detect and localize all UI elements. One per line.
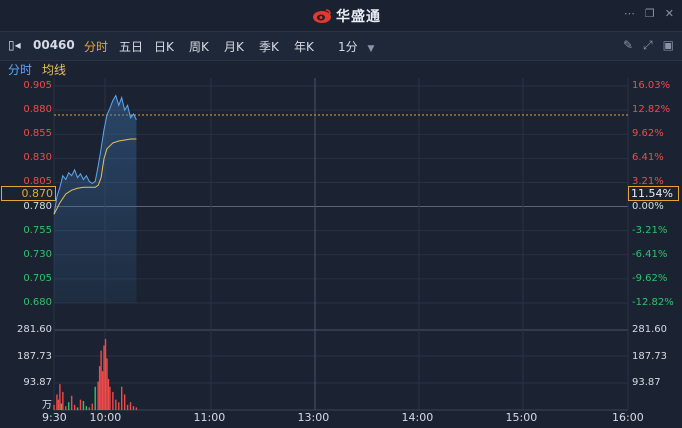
expand-icon[interactable]: ⤢: [643, 38, 653, 53]
volume-bar: [101, 371, 104, 410]
tab-timeshare[interactable]: 分时: [84, 38, 108, 55]
weibo-eye-logo: [313, 9, 331, 23]
volume-bar: [65, 406, 67, 410]
price-axis-label: 0.830: [23, 152, 52, 164]
pct-axis-label: -3.21%: [632, 224, 668, 236]
pct-axis-label: 12.82%: [632, 104, 671, 116]
legend-timeshare: 分时: [8, 63, 33, 77]
tab-yearly-k[interactable]: 年K: [294, 38, 314, 55]
volume-bar: [123, 394, 126, 410]
chart-toolbar: ▯◂ 00460 分时 五日 日K 周K 月K 季K 年K 1分 ▼ ✎ ⤢ ▣: [0, 31, 682, 61]
tab-daily-k[interactable]: 日K: [154, 38, 174, 55]
volume-bar: [97, 381, 99, 410]
volume-bar: [60, 403, 63, 410]
pct-axis-label: -9.62%: [632, 272, 668, 284]
current-price-tag: 0.870: [1, 186, 56, 201]
time-axis-label: 13:00: [297, 411, 330, 424]
app-name: 华盛通: [336, 9, 381, 25]
volume-bar: [135, 407, 138, 410]
pct-axis-label: 0.00%: [632, 200, 664, 212]
volume-bar: [56, 394, 58, 410]
tab-quarterly-k[interactable]: 季K: [259, 38, 279, 55]
volume-bar: [73, 404, 76, 410]
pct-axis-label: -6.41%: [632, 248, 668, 260]
volume-bar: [129, 402, 132, 410]
volume-bar: [94, 386, 96, 410]
stock-code: 00460: [33, 38, 75, 52]
volume-bar: [88, 407, 91, 410]
title-bar: 华盛通 ⋯ ❐ ✕: [0, 0, 682, 30]
interval-value: 1分: [338, 40, 358, 54]
time-axis-label: 16:00: [612, 411, 644, 424]
volume-bar: [57, 399, 60, 410]
price-axis-label: 0.780: [23, 200, 52, 212]
volume-bar: [115, 399, 117, 410]
volume-axis-label-right: 187.73: [632, 351, 667, 362]
volume-bar: [121, 386, 123, 410]
price-axis-label: 0.880: [23, 104, 52, 116]
price-axis-label: 0.730: [23, 248, 52, 260]
chevron-down-icon: ▼: [367, 44, 375, 54]
volume-bar: [59, 384, 61, 410]
tab-monthly-k[interactable]: 月K: [224, 38, 244, 55]
pct-axis-label: 16.03%: [632, 80, 671, 91]
price-axis-label: 0.680: [23, 297, 52, 308]
volume-bar: [70, 395, 73, 410]
volume-bar: [132, 406, 135, 410]
volume-bar: [76, 407, 79, 410]
legend-average: 均线: [42, 63, 67, 77]
volume-bar: [68, 402, 70, 410]
volume-bar: [103, 345, 105, 410]
volume-bar: [112, 391, 114, 410]
volume-bar: [53, 404, 55, 410]
price-area: [54, 95, 137, 304]
volume-bar: [126, 404, 129, 410]
time-axis-label: 15:00: [505, 411, 538, 424]
restore-icon[interactable]: ❐: [645, 8, 655, 20]
pct-axis-label: 6.41%: [632, 152, 664, 164]
volume-bar: [82, 400, 85, 410]
volume-axis-label-right: 281.60: [632, 324, 667, 335]
app-brand: 华盛通: [312, 6, 381, 26]
tab-weekly-k[interactable]: 周K: [189, 38, 209, 55]
chart-canvas: [53, 78, 629, 411]
volume-axis-label: 281.60: [17, 324, 52, 335]
tab-five-day[interactable]: 五日: [119, 38, 143, 55]
price-axis-label: 0.855: [23, 128, 52, 140]
collapse-sidebar-icon[interactable]: ▯◂: [8, 38, 21, 52]
interval-select[interactable]: 1分 ▼: [338, 38, 374, 55]
volume-unit: 万: [42, 400, 52, 411]
volume-axis-label: 187.73: [17, 351, 52, 362]
volume-bar: [91, 403, 93, 410]
time-axis-label: 11:00: [193, 411, 226, 424]
volume-bar: [107, 379, 110, 410]
volume-bar: [62, 391, 64, 410]
volume-bar: [104, 338, 107, 410]
volume-bar: [106, 358, 108, 410]
price-axis-label: 0.705: [23, 272, 52, 284]
time-axis-label: 10:00: [89, 411, 122, 424]
more-icon[interactable]: ⋯: [624, 8, 635, 20]
volume-bar: [109, 386, 111, 410]
time-axis-label: 14:00: [401, 411, 434, 424]
window-icon[interactable]: ▣: [663, 38, 674, 53]
current-pct-tag: 11.54%: [628, 186, 679, 201]
price-axis-label: 0.755: [23, 224, 52, 236]
volume-bar: [100, 350, 102, 410]
pct-axis-label: -12.82%: [632, 297, 674, 308]
draw-icon[interactable]: ✎: [623, 38, 633, 53]
volume-axis-label: 93.87: [23, 377, 52, 388]
volume-bar: [98, 366, 101, 410]
volume-bar: [118, 402, 120, 410]
pct-axis-label: 9.62%: [632, 128, 664, 140]
volume-axis-label-right: 93.87: [632, 377, 661, 388]
time-axis-label: 9:30: [42, 411, 67, 424]
volume-bar: [85, 406, 88, 410]
intraday-chart[interactable]: 0.905 0.880 0.855 0.830 0.805 0.780 0.755 0.730…: [0, 78, 682, 428]
close-icon[interactable]: ✕: [665, 8, 674, 20]
volume-bar: [79, 399, 82, 410]
price-axis-label: 0.905: [23, 80, 52, 91]
